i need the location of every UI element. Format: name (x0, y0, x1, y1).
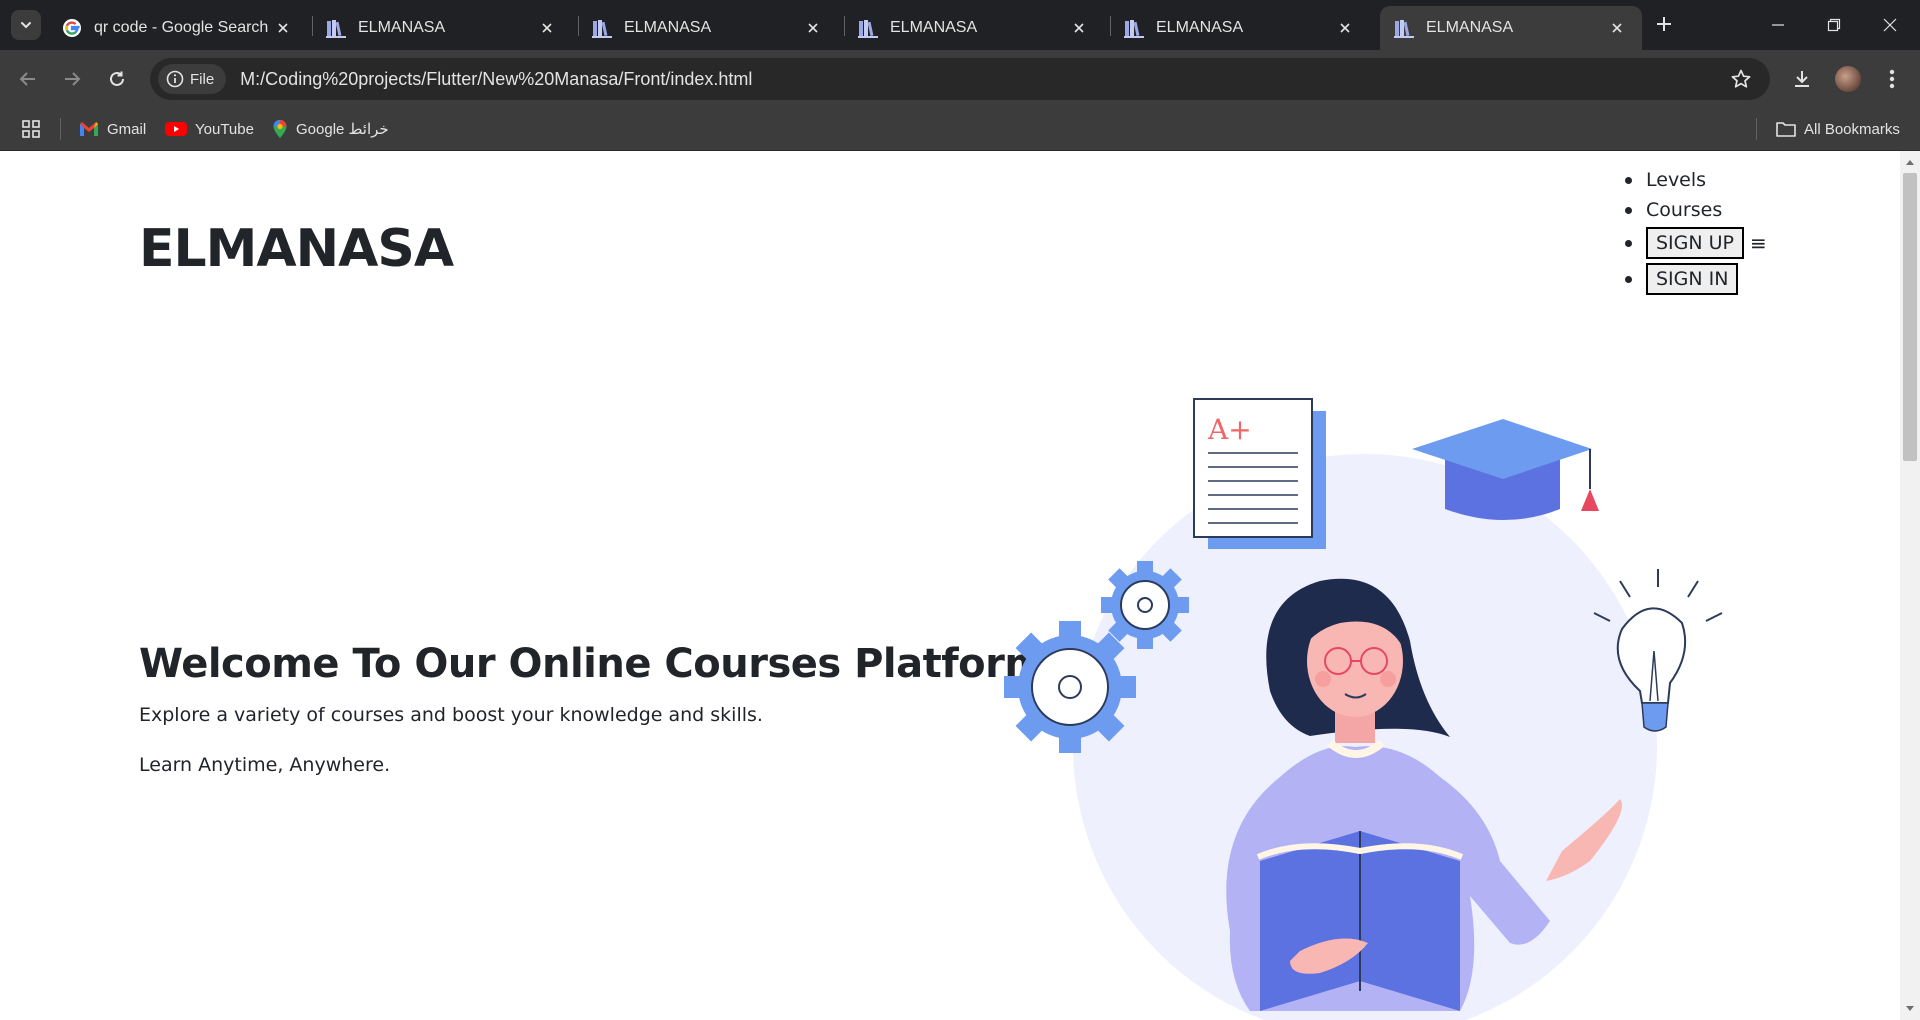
minimize-button[interactable] (1750, 0, 1806, 50)
all-bookmarks-button[interactable]: All Bookmarks (1776, 118, 1900, 140)
url-text[interactable]: M:/Coding%20projects/Flutter/New%20Manas… (240, 69, 752, 90)
new-tab-button[interactable] (1650, 10, 1678, 38)
tab-elmanasa[interactable]: ELMANASA (312, 6, 572, 50)
tab-strip: qr code - Google Search ELMANASA ELMANAS… (0, 0, 1920, 50)
tab-elmanasa[interactable]: ELMANASA (578, 6, 838, 50)
tab-elmanasa[interactable]: ELMANASA (1110, 6, 1370, 50)
hero-subtitle: Explore a variety of courses and boost y… (139, 704, 763, 726)
close-tab-icon[interactable] (272, 17, 294, 39)
graded-paper-icon: A+ (1193, 398, 1326, 549)
hero-title: Welcome To Our Online Courses Platform (139, 641, 1046, 687)
tab-elmanasa[interactable]: ELMANASA (844, 6, 1104, 50)
address-bar[interactable]: File M:/Coding%20projects/Flutter/New%20… (150, 58, 1770, 100)
close-tab-icon[interactable] (1606, 17, 1628, 39)
tab-title: ELMANASA (1426, 19, 1514, 36)
paper-grade: A+ (1207, 413, 1252, 446)
apps-button[interactable] (21, 118, 41, 140)
bookmark-label: Google خرائط (296, 121, 389, 138)
tab-title: ELMANASA (358, 19, 446, 36)
google-icon (62, 18, 82, 38)
books-icon (592, 18, 612, 38)
downloads-button[interactable] (1786, 63, 1818, 95)
books-icon (1124, 18, 1144, 38)
books-icon (326, 18, 346, 38)
avatar (1835, 66, 1861, 92)
scrollbar-thumb[interactable] (1903, 173, 1917, 461)
tab-title: ELMANASA (890, 19, 978, 36)
scroll-up-arrow-icon[interactable] (1905, 157, 1915, 167)
restore-button[interactable] (1806, 0, 1862, 50)
bookmark-gmail[interactable]: Gmail (79, 118, 146, 140)
chevron-down-icon (21, 22, 31, 29)
gmail-icon (79, 121, 99, 137)
site-logo[interactable]: ELMANASA (139, 219, 454, 279)
books-icon (858, 18, 878, 38)
books-icon (1394, 18, 1414, 38)
bookmarks-divider (1756, 118, 1757, 140)
hero-illustration: A+ (1004, 398, 1723, 1020)
site-nav: Levels Courses SIGN UP ≡ SIGN IN (1625, 165, 1767, 297)
close-window-button[interactable] (1862, 0, 1918, 50)
page-scrollbar[interactable] (1900, 151, 1920, 1020)
bookmark-label: Gmail (107, 120, 147, 138)
close-tab-icon[interactable] (802, 17, 824, 39)
close-tab-icon[interactable] (536, 17, 558, 39)
bookmarks-divider (60, 118, 61, 140)
restore-icon (1827, 18, 1841, 32)
minimize-icon (1772, 24, 1784, 26)
tab-title: qr code - Google Search (94, 19, 269, 36)
more-vertical-icon (1889, 69, 1895, 89)
scroll-down-arrow-icon[interactable] (1905, 1004, 1915, 1014)
close-tab-icon[interactable] (1068, 17, 1090, 39)
bookmark-star-icon[interactable] (1730, 68, 1752, 94)
bookmarks-bar: Gmail YouTube Google خرائط All Bookmarks (0, 108, 1920, 151)
tab-elmanasa-active[interactable]: ELMANASA (1380, 6, 1642, 50)
maps-icon (272, 119, 288, 139)
tab-title: ELMANASA (1156, 19, 1244, 36)
hamburger-menu-icon[interactable]: ≡ (1750, 231, 1767, 255)
close-icon (1883, 18, 1897, 32)
site-info-label: File (190, 70, 215, 88)
arrow-right-icon (65, 72, 81, 86)
back-button[interactable] (12, 63, 44, 95)
info-icon (166, 70, 184, 88)
page-viewport: ELMANASA Levels Courses SIGN UP ≡ SIGN IN… (0, 151, 1900, 1020)
nav-courses[interactable]: Courses (1646, 195, 1722, 225)
sign-in-button[interactable]: SIGN IN (1646, 263, 1739, 295)
reload-icon (110, 71, 124, 86)
menu-button[interactable] (1876, 63, 1908, 95)
profile-button[interactable] (1832, 63, 1864, 95)
close-tab-icon[interactable] (1334, 17, 1356, 39)
nav-levels[interactable]: Levels (1646, 165, 1706, 195)
browser-toolbar: File M:/Coding%20projects/Flutter/New%20… (0, 50, 1920, 108)
tab-google-search[interactable]: qr code - Google Search (48, 6, 308, 50)
apps-grid-icon (22, 120, 40, 138)
bookmark-google-maps[interactable]: Google خرائط (272, 118, 389, 140)
hero-tagline: Learn Anytime, Anywhere. (139, 754, 391, 776)
youtube-icon (165, 121, 187, 137)
tab-search-button[interactable] (11, 10, 41, 40)
bookmark-youtube[interactable]: YouTube (165, 118, 254, 140)
sign-up-button[interactable]: SIGN UP (1646, 227, 1745, 259)
site-info-chip[interactable]: File (158, 64, 227, 94)
arrow-left-icon (19, 72, 35, 86)
plus-icon (1657, 17, 1671, 31)
bookmark-label: YouTube (195, 120, 254, 138)
tab-title: ELMANASA (624, 19, 712, 36)
forward-button[interactable] (56, 63, 88, 95)
all-bookmarks-label: All Bookmarks (1804, 120, 1900, 138)
download-icon (1795, 71, 1809, 87)
reload-button[interactable] (101, 63, 133, 95)
folder-icon (1776, 121, 1796, 137)
